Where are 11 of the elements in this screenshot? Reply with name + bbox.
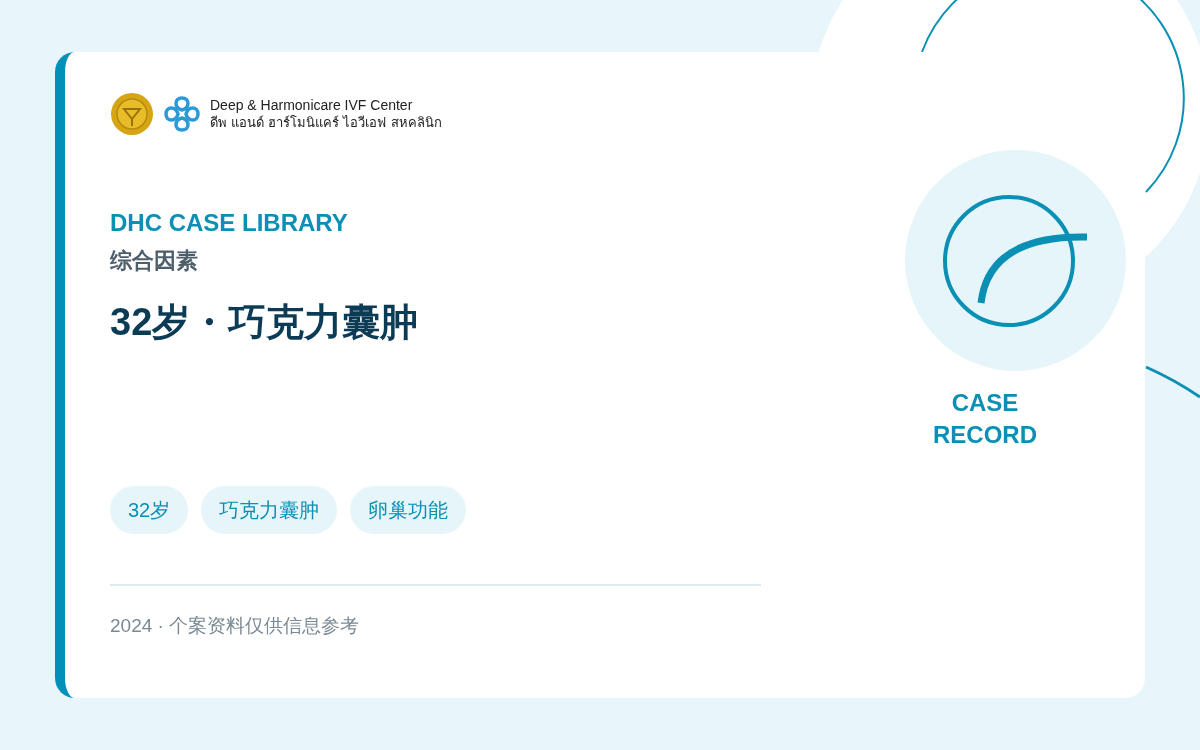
library-heading: DHC CASE LIBRARY <box>110 208 349 238</box>
case-title: 32岁・巧克力囊肿 <box>110 300 420 345</box>
logo-name-thai: ดีพ แอนด์ ฮาร์โมนิแคร์ ไอวีเอฟ สหคลินิก <box>210 114 442 132</box>
tag-chip: 巧克力囊肿 <box>201 486 338 534</box>
tag-chip: 卵巢功能 <box>350 486 467 534</box>
tag-chip: 32岁 <box>110 486 189 534</box>
logo-name-english: Deep & Harmonicare IVF Center <box>210 96 414 114</box>
category-label: 综合因素 <box>110 247 199 275</box>
seal-icon <box>110 92 154 136</box>
case-record-label: CASE RECORD <box>932 388 1038 450</box>
footer-note: 2024 · 个案资料仅供信息参考 <box>110 614 361 638</box>
